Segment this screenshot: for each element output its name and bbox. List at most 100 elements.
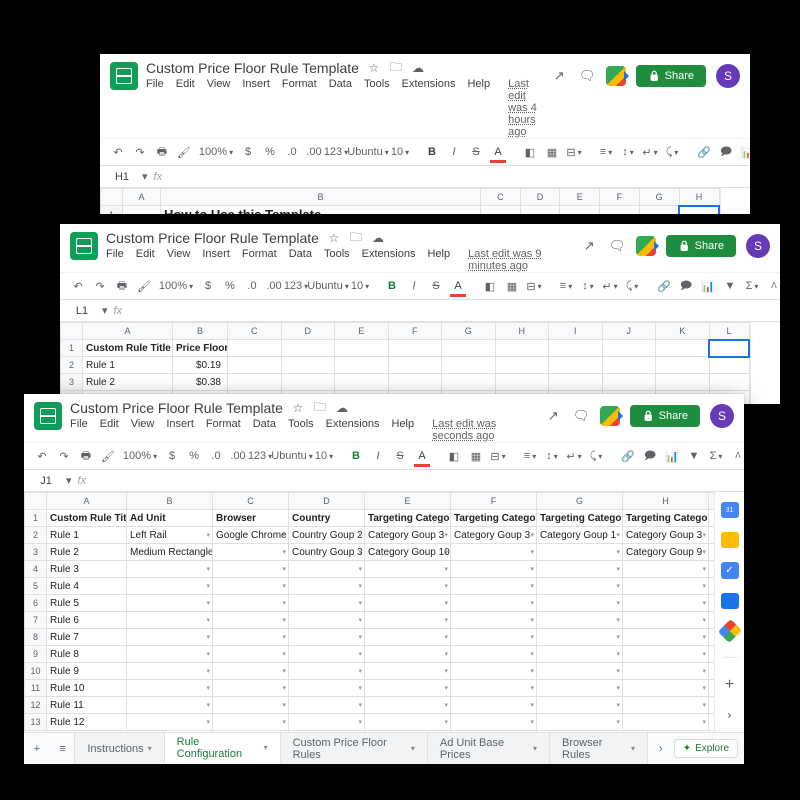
move-icon[interactable]: 🗀: [389, 61, 403, 75]
move-icon[interactable]: 🗀: [313, 401, 327, 415]
dropdown-cell[interactable]: [623, 646, 709, 663]
cloud-icon[interactable]: ☁: [335, 401, 349, 415]
comments-icon[interactable]: 🗨: [608, 237, 626, 255]
menu-view[interactable]: View: [207, 78, 231, 138]
paint-format-icon[interactable]: 🖌: [176, 143, 192, 161]
dropdown-cell[interactable]: [213, 595, 289, 612]
filter-icon[interactable]: ▼: [686, 447, 702, 465]
font-dropdown[interactable]: Ubuntu: [284, 447, 300, 465]
maps-icon[interactable]: [717, 619, 741, 643]
strike-button[interactable]: S: [428, 277, 444, 295]
menu-help[interactable]: Help: [427, 248, 450, 272]
dropdown-cell[interactable]: [213, 663, 289, 680]
menu-view[interactable]: View: [167, 248, 191, 272]
doc-title[interactable]: Custom Price Floor Rule Template: [146, 60, 359, 76]
filter-icon[interactable]: ▼: [722, 277, 738, 295]
menu-format[interactable]: Format: [206, 418, 241, 442]
dropdown-cell[interactable]: [623, 595, 709, 612]
collapse-toolbar-icon[interactable]: ᐱ: [766, 276, 780, 294]
dropdown-cell[interactable]: [537, 697, 623, 714]
spreadsheet-grid[interactable]: ABCDEFGHIJKL 1Custom Rule TitlePrice Flo…: [60, 322, 750, 404]
undo-icon[interactable]: ↶: [34, 447, 50, 465]
browser-cell[interactable]: Google Chrome: [213, 527, 289, 544]
valign-icon[interactable]: ↕: [580, 277, 596, 295]
increase-decimal[interactable]: .00: [266, 277, 282, 295]
star-icon[interactable]: ☆: [367, 61, 381, 75]
dropdown-cell[interactable]: [451, 595, 537, 612]
borders-icon[interactable]: ▦: [544, 143, 560, 161]
spreadsheet-grid[interactable]: ABCDEFGH 1How to Use this Template 2 3St…: [100, 188, 720, 214]
meet-icon[interactable]: [606, 66, 626, 86]
spreadsheet-grid[interactable]: ABCDEFGHIJ 1 Custom Rule Title Ad Unit B…: [24, 492, 714, 732]
dropdown-cell[interactable]: [451, 561, 537, 578]
dropdown-cell[interactable]: [289, 680, 365, 697]
dropdown-cell[interactable]: [289, 663, 365, 680]
format-currency[interactable]: $: [240, 143, 256, 161]
dropdown-cell[interactable]: [451, 697, 537, 714]
dropdown-cell[interactable]: [213, 612, 289, 629]
increase-decimal[interactable]: .00: [230, 447, 246, 465]
format-percent[interactable]: %: [262, 143, 278, 161]
format-currency[interactable]: $: [200, 277, 216, 295]
font-size-dropdown[interactable]: 10: [392, 143, 408, 161]
category-cell[interactable]: Category Goup 3: [623, 527, 709, 544]
halign-icon[interactable]: ≡: [522, 447, 538, 465]
halign-icon[interactable]: ≡: [558, 277, 574, 295]
wrap-icon[interactable]: ↵: [566, 447, 582, 465]
merge-icon[interactable]: ⊟: [526, 277, 542, 295]
dropdown-cell[interactable]: [623, 578, 709, 595]
dropdown-cell[interactable]: [365, 646, 451, 663]
dropdown-cell[interactable]: [213, 578, 289, 595]
dropdown-cell[interactable]: [623, 731, 709, 733]
menu-tools[interactable]: Tools: [364, 78, 390, 138]
dropdown-cell[interactable]: [623, 697, 709, 714]
dropdown-cell[interactable]: [289, 697, 365, 714]
increase-decimal[interactable]: .00: [306, 143, 322, 161]
menu-insert[interactable]: Insert: [202, 248, 230, 272]
font-dropdown[interactable]: Ubuntu: [360, 143, 376, 161]
dropdown-cell[interactable]: [213, 680, 289, 697]
dropdown-cell[interactable]: [451, 663, 537, 680]
dropdown-cell[interactable]: [289, 629, 365, 646]
dropdown-cell[interactable]: [537, 663, 623, 680]
category-cell[interactable]: [537, 544, 623, 561]
dropdown-cell[interactable]: [127, 680, 213, 697]
ad-unit-cell[interactable]: Left Rail: [127, 527, 213, 544]
dropdown-cell[interactable]: [365, 680, 451, 697]
tab-ad-unit-base-prices[interactable]: Ad Unit Base Prices▾: [427, 733, 550, 764]
dropdown-cell[interactable]: [365, 612, 451, 629]
dropdown-cell[interactable]: [537, 595, 623, 612]
tab-instructions[interactable]: Instructions▾: [74, 733, 164, 764]
dropdown-cell[interactable]: [127, 578, 213, 595]
halign-icon[interactable]: ≡: [598, 143, 614, 161]
menu-edit[interactable]: Edit: [100, 418, 119, 442]
category-cell[interactable]: Category Goup 9: [623, 544, 709, 561]
decrease-decimal[interactable]: .0: [208, 447, 224, 465]
dropdown-cell[interactable]: [365, 697, 451, 714]
link-icon[interactable]: 🔗: [620, 447, 636, 465]
paint-format-icon[interactable]: 🖌: [100, 447, 116, 465]
dropdown-cell[interactable]: [127, 595, 213, 612]
menu-data[interactable]: Data: [329, 78, 352, 138]
menu-view[interactable]: View: [131, 418, 155, 442]
menu-tools[interactable]: Tools: [288, 418, 314, 442]
dropdown-cell[interactable]: [213, 561, 289, 578]
keep-icon[interactable]: [721, 532, 739, 548]
contacts-icon[interactable]: [721, 593, 739, 609]
meet-icon[interactable]: [636, 236, 656, 256]
dropdown-cell[interactable]: [537, 629, 623, 646]
more-formats[interactable]: 123: [288, 277, 304, 295]
category-cell[interactable]: Category Goup 3: [451, 527, 537, 544]
name-box[interactable]: L1: [68, 303, 96, 319]
dropdown-cell[interactable]: [451, 612, 537, 629]
italic-button[interactable]: I: [370, 447, 386, 465]
redo-icon[interactable]: ↷: [92, 277, 108, 295]
fill-color-icon[interactable]: ◧: [446, 447, 462, 465]
menu-format[interactable]: Format: [242, 248, 277, 272]
share-button[interactable]: Share: [630, 405, 700, 427]
italic-button[interactable]: I: [446, 143, 462, 161]
dropdown-cell[interactable]: [537, 646, 623, 663]
add-addon-icon[interactable]: +: [725, 676, 734, 694]
zoom-dropdown[interactable]: 100%: [168, 277, 184, 295]
account-avatar[interactable]: S: [746, 234, 770, 258]
